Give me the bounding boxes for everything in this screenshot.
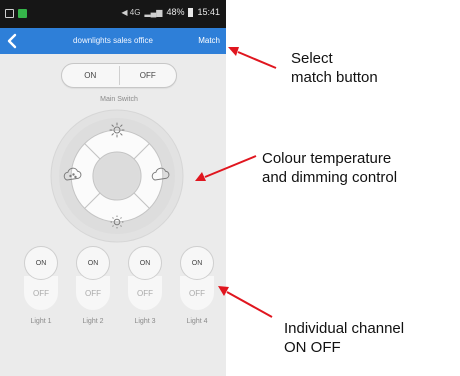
annotation-match: Select match button xyxy=(291,50,378,86)
channels-arrow xyxy=(226,291,273,318)
annotation-channels: Individual channel ON OFF xyxy=(284,320,405,356)
dpad-arrowhead xyxy=(195,172,206,181)
annotation-dpad: Colour temperature and dimming control xyxy=(262,150,398,186)
dpad-arrow xyxy=(204,155,257,178)
channels-arrowhead xyxy=(218,286,229,296)
match-arrowhead xyxy=(228,47,239,56)
match-arrow xyxy=(237,51,277,69)
